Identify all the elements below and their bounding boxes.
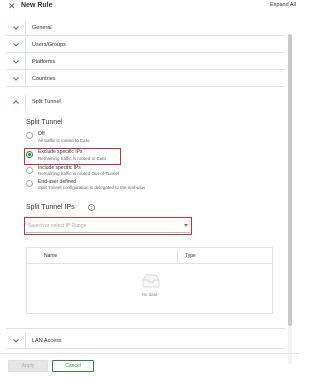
chevron-down-icon: [13, 77, 19, 81]
option-description: Remaining traffic is routed Out-of-Tunne…: [38, 171, 120, 176]
accordion-platforms[interactable]: Platforms: [6, 54, 285, 70]
accordion-general[interactable]: General: [6, 20, 285, 36]
accordion-lan-access[interactable]: LAN Access: [6, 333, 285, 349]
chevron-down-icon: [13, 26, 19, 30]
option-description: Split Tunnel configuration is delegated …: [38, 185, 146, 190]
divider: [25, 37, 26, 53]
divider: [25, 333, 26, 349]
footer-divider: [0, 353, 300, 354]
split-tunnel-title: Split Tunnel: [26, 119, 63, 126]
chevron-down-icon: [13, 43, 19, 47]
chevron-down-icon: [13, 60, 19, 64]
caret-down-icon: [184, 224, 188, 227]
close-icon[interactable]: ✕: [8, 1, 16, 11]
ip-range-select[interactable]: Search or select IP Range: [26, 219, 190, 233]
empty-inbox-icon: [142, 274, 160, 288]
split-tunnel-ips-title: Split Tunnel IPs: [26, 204, 75, 211]
radio-exclude-specific-ips[interactable]: [26, 151, 33, 158]
cancel-button[interactable]: Cancel: [52, 360, 94, 372]
expand-all-link[interactable]: Expand All: [270, 2, 296, 8]
column-header-type[interactable]: Type: [185, 253, 196, 259]
divider: [25, 54, 26, 70]
column-header-name[interactable]: Name: [44, 253, 57, 259]
accordion-users-groups[interactable]: Users/Groups: [6, 37, 285, 53]
table-header: Name Type: [27, 248, 272, 264]
divider: [25, 20, 26, 36]
accordion-label: Platforms: [32, 59, 56, 65]
ip-table: Name Type No data: [26, 247, 273, 314]
divider: [25, 71, 26, 87]
dialog-header: ✕ New Rule Expand All: [0, 0, 300, 14]
empty-state-text: No data: [141, 292, 158, 297]
apply-button[interactable]: Apply: [8, 360, 48, 372]
accordion-label: Users/Groups: [32, 42, 66, 48]
accordion-countries[interactable]: Countries: [6, 71, 285, 87]
option-label: Exclude specific IPs: [38, 149, 83, 155]
radio-off[interactable]: [26, 132, 33, 139]
accordion-label: LAN Access: [32, 338, 62, 344]
option-description: Remaining traffic is routed to Cato: [38, 156, 106, 161]
accordion-label: General: [32, 25, 52, 31]
option-label: Off: [38, 131, 45, 137]
option-description: All traffic is routed to Cato: [38, 138, 90, 143]
chevron-down-icon: [13, 339, 19, 343]
radio-include-specific-ips[interactable]: [26, 167, 33, 174]
help-icon[interactable]: ?: [88, 204, 95, 211]
scrollbar-thumb[interactable]: [288, 34, 292, 326]
radio-end-user-defined[interactable]: [26, 180, 33, 187]
divider: [177, 250, 178, 262]
dialog-title: New Rule: [21, 2, 53, 9]
select-placeholder: Search or select IP Range: [28, 223, 87, 229]
accordion-label: Countries: [32, 76, 56, 82]
